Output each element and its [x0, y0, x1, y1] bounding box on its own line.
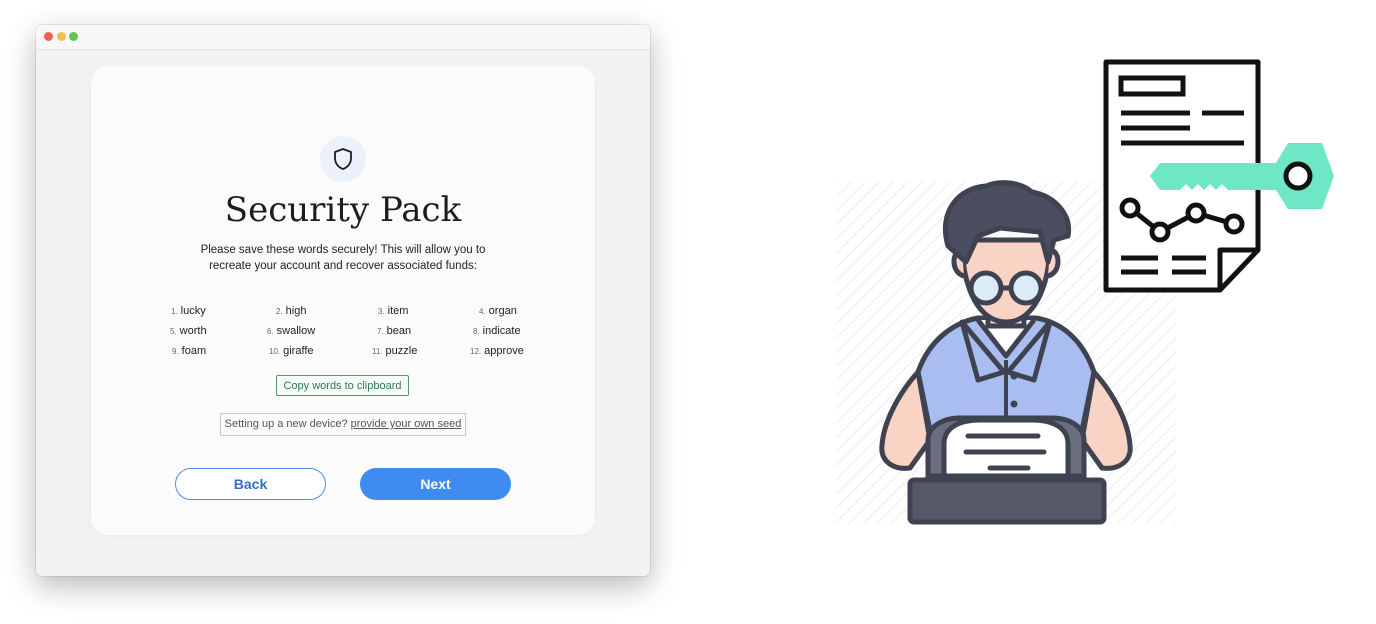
provide-own-seed-link[interactable]: provide your own seed — [351, 418, 462, 430]
back-button[interactable]: Back — [175, 468, 326, 500]
seed-word: 4. organ — [479, 305, 517, 317]
page-title: Security Pack — [224, 190, 462, 230]
seed-word: 5. worth — [170, 325, 207, 337]
close-window-button[interactable] — [44, 32, 53, 41]
title-bar — [36, 25, 650, 50]
seed-word: 1. lucky — [171, 305, 206, 317]
seed-word: 3. item — [378, 305, 409, 317]
own-seed-prompt: Setting up a new device? provide your ow… — [220, 413, 466, 436]
seed-words-grid: 1. lucky 2. high 3. item 4. organ 5. worth 6.… — [163, 305, 547, 367]
app-window: Security Pack Please save these words se… — [36, 25, 650, 576]
seed-word: 11. puzzle — [372, 345, 418, 357]
seed-word: 9. foam — [172, 345, 207, 357]
shield-badge — [320, 136, 366, 182]
seed-word: 2. high — [276, 305, 307, 317]
seed-word: 12. approve — [470, 345, 524, 357]
minimize-window-button[interactable] — [57, 32, 66, 41]
security-pack-card: Security Pack Please save these words se… — [91, 66, 595, 535]
next-button[interactable]: Next — [360, 468, 511, 500]
own-seed-text: Setting up a new device? — [224, 418, 348, 430]
seed-word: 8. indicate — [473, 325, 521, 337]
document-with-key-icon — [1103, 59, 1334, 293]
seed-word: 10. giraffe — [269, 345, 314, 357]
copy-words-button[interactable]: Copy words to clipboard — [276, 375, 409, 396]
shield-icon — [334, 148, 352, 170]
seed-word: 6. swallow — [267, 325, 316, 337]
seed-word: 7. bean — [377, 325, 412, 337]
security-description: Please save these words securely! This w… — [200, 244, 486, 272]
person-at-typewriter-illustration — [836, 59, 1334, 525]
zoom-window-button[interactable] — [69, 32, 78, 41]
